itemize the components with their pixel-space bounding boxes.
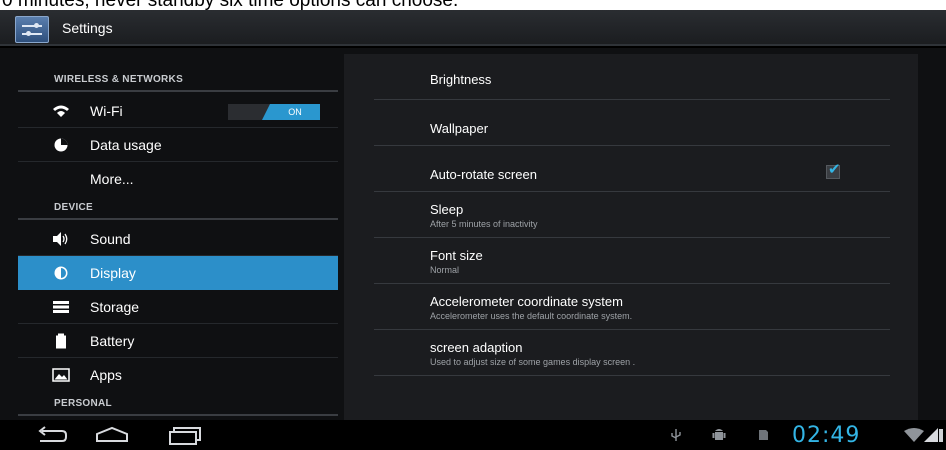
setting-title: Wallpaper [430, 121, 489, 136]
setting-title: Auto-rotate screen [430, 167, 537, 182]
settings-category-list: WIRELESS & NETWORKS Wi-Fi ON Data usage [18, 48, 338, 420]
usb-icon [671, 429, 681, 441]
setting-summary: Accelerometer uses the default coordinat… [430, 311, 633, 321]
sidebar-item-label: Storage [90, 298, 140, 315]
sidebar-item-label: Wi-Fi [90, 102, 123, 119]
brightness-icon [54, 266, 68, 280]
sidebar-item-display[interactable]: Display [18, 256, 338, 290]
settings-body: WIRELESS & NETWORKS Wi-Fi ON Data usage [0, 48, 946, 420]
document-caption: 0 minutes, never standby six time option… [0, 0, 946, 10]
setting-screen-adaption[interactable]: screen adaption Used to adjust size of s… [374, 330, 890, 376]
setting-auto-rotate[interactable]: Auto-rotate screen ✔ [374, 146, 890, 192]
display-settings-panel: Brightness Wallpaper Auto-rotate screen … [344, 54, 918, 420]
setting-title: Brightness [430, 72, 492, 87]
sidebar-item-storage[interactable]: Storage [18, 290, 338, 324]
recent-apps-icon[interactable] [166, 425, 202, 445]
sidebar-item-label: Sound [90, 230, 131, 247]
setting-title: Font size [430, 248, 483, 263]
sidebar-item-sound[interactable]: Sound [18, 222, 338, 256]
apps-icon [52, 368, 70, 382]
status-clock: 02:49 [792, 423, 861, 448]
wifi-icon [53, 105, 69, 117]
setting-title: Accelerometer coordinate system [430, 294, 623, 309]
section-header-personal: PERSONAL [18, 392, 338, 416]
page-title: Settings [62, 20, 113, 36]
setting-title: Sleep [430, 202, 464, 217]
battery-status-icon [924, 428, 943, 442]
sd-card-icon [759, 430, 768, 440]
sidebar-item-label: Apps [90, 367, 122, 383]
sidebar-item-more[interactable]: More... [18, 162, 338, 196]
setting-sleep[interactable]: Sleep After 5 minutes of inactivity [374, 192, 890, 238]
sidebar-item-wifi[interactable]: Wi-Fi ON [18, 94, 338, 128]
setting-summary: Used to adjust size of some games displa… [430, 357, 636, 367]
android-debug-icon [712, 429, 726, 440]
setting-title: screen adaption [430, 340, 523, 355]
home-icon[interactable] [94, 425, 130, 445]
setting-wallpaper[interactable]: Wallpaper [374, 100, 890, 146]
speaker-icon [53, 232, 68, 246]
wifi-signal-icon [904, 428, 924, 442]
section-header-wireless: WIRELESS & NETWORKS [18, 68, 338, 92]
sidebar-item-data-usage[interactable]: Data usage [18, 128, 338, 162]
setting-summary: After 5 minutes of inactivity [430, 219, 538, 229]
settings-sliders-icon[interactable] [15, 16, 49, 43]
back-icon[interactable] [34, 425, 70, 445]
auto-rotate-checkbox[interactable]: ✔ [826, 161, 841, 179]
setting-summary: Normal [430, 265, 460, 275]
checkmark-icon: ✔ [828, 161, 841, 178]
data-usage-icon [54, 138, 68, 152]
sidebar-item-label: Display [90, 265, 136, 281]
sidebar-item-battery[interactable]: Battery [18, 324, 338, 358]
tablet-screen: Settings WIRELESS & NETWORKS Wi-Fi ON Da… [0, 10, 946, 450]
storage-icon [53, 301, 69, 313]
setting-accelerometer[interactable]: Accelerometer coordinate system Accelero… [374, 284, 890, 330]
sidebar-item-label: More... [90, 171, 134, 187]
system-nav-bar: 02:49 [0, 420, 946, 450]
action-bar: Settings [0, 10, 946, 46]
wifi-toggle[interactable]: ON [228, 104, 320, 120]
setting-font-size[interactable]: Font size Normal [374, 238, 890, 284]
section-header-device: DEVICE [18, 196, 338, 220]
sidebar-item-apps[interactable]: Apps [18, 358, 338, 392]
sidebar-item-label: Data usage [90, 136, 162, 153]
battery-icon [56, 333, 66, 349]
sidebar-item-label: Battery [90, 332, 135, 349]
toggle-on-label: ON [262, 104, 320, 120]
setting-brightness[interactable]: Brightness [374, 54, 890, 100]
